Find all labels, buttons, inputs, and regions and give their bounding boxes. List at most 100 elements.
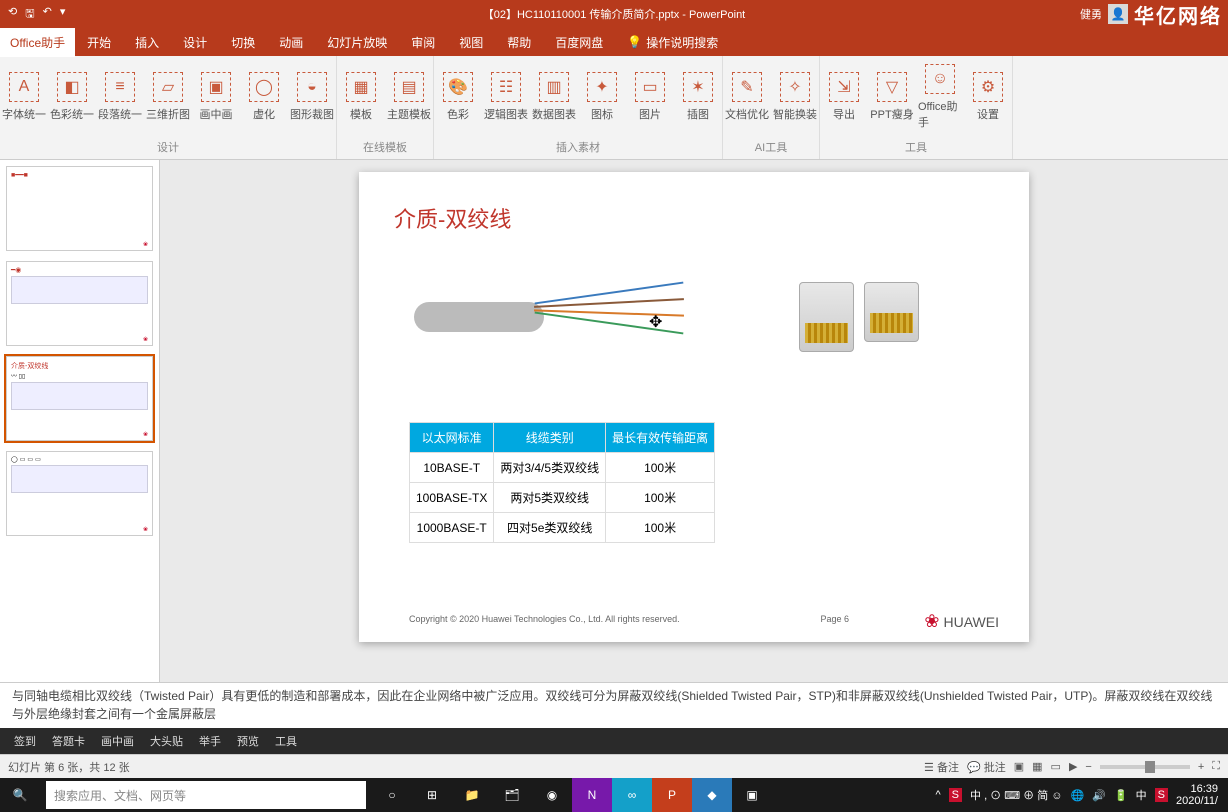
task-view-icon[interactable]: ⊞ [412,778,452,812]
fit-window-icon[interactable]: ⛶ [1212,760,1220,773]
onenote-icon[interactable]: N [572,778,612,812]
smart-restyle-button[interactable]: ✧智能换装 [771,56,819,137]
lightbulb-icon: 💡 [627,35,642,49]
cortana-icon[interactable]: ○ [372,778,412,812]
tell-me[interactable]: 💡 操作说明搜索 [615,28,730,57]
zoom-in-icon[interactable]: + [1198,761,1204,773]
icon-button[interactable]: ✦图标 [578,56,626,137]
3d-fold-button[interactable]: ▱三维折图 [144,56,192,137]
notes-toggle[interactable]: ☰ 备注 [924,759,959,775]
powerpoint-icon[interactable]: P [652,778,692,812]
tab-view[interactable]: 视图 [447,28,495,57]
slide-thumbnail[interactable]: ■━━■❀ [6,166,153,251]
tab-insert[interactable]: 插入 [123,28,171,57]
tab-animations[interactable]: 动画 [267,28,315,57]
tab-transitions[interactable]: 切换 [219,28,267,57]
ribbon-group-tools: ⇲导出 ▽PPT瘦身 ☺Office助手 ⚙设置 工具 [820,56,1013,159]
theme-template-button[interactable]: ▤主题模板 [385,56,433,137]
explorer-icon[interactable]: 📁 [452,778,492,812]
settings-button[interactable]: ⚙设置 [964,56,1012,137]
ime-status[interactable]: 中 , ⊙ ⌨ ⊕ 简 ☺ [970,787,1063,803]
pip-toggle-button[interactable]: 画中画 [101,733,134,749]
battery-icon[interactable]: 🔋 [1114,789,1128,802]
reading-view-icon[interactable]: ▭ [1051,760,1061,773]
app-icon-2[interactable]: ◆ [692,778,732,812]
app-icon-3[interactable]: ▣ [732,778,772,812]
color-unify-button[interactable]: ◧色彩统一 [48,56,96,137]
autosave-icon[interactable]: ⟲ [8,5,17,24]
logic-chart-button[interactable]: ☷逻辑图表 [482,56,530,137]
app-icon[interactable]: ∞ [612,778,652,812]
title-bar: ⟲ 🖫 ↶ ▾ 【02】HC110110001 传输介质简介.pptx - Po… [0,0,1228,28]
tab-review[interactable]: 审阅 [399,28,447,57]
sorter-view-icon[interactable]: ▦ [1032,760,1042,773]
undo-icon[interactable]: ↶ [43,5,52,24]
copyright-text: Copyright © 2020 Huawei Technologies Co.… [409,614,680,624]
answer-card-button[interactable]: 答题卡 [52,733,85,749]
status-bar: 幻灯片 第 6 张，共 12 张 ☰ 备注 💬 批注 ▣ ▦ ▭ ▶ − + ⛶ [0,754,1228,778]
illustration-button[interactable]: ✶插图 [674,56,722,137]
tools-button[interactable]: 工具 [275,733,297,749]
normal-view-icon[interactable]: ▣ [1014,760,1024,773]
slide-title: 介质-双绞线 [394,202,994,234]
network-icon[interactable]: 🌐 [1071,789,1085,802]
folder-icon[interactable]: 🗂 [492,778,532,812]
preview-button[interactable]: 预览 [237,733,259,749]
zoom-out-icon[interactable]: − [1085,761,1091,773]
system-tray: ^ S 中 , ⊙ ⌨ ⊕ 简 ☺ 🌐 🔊 🔋 中 S 16:39 2020/1… [926,783,1228,807]
slide-counter: 幻灯片 第 6 张，共 12 张 [8,759,130,775]
sogou-icon[interactable]: S [1155,788,1168,802]
tab-help[interactable]: 帮助 [495,28,543,57]
tab-slideshow[interactable]: 幻灯片放映 [315,28,399,57]
save-icon[interactable]: 🖫 [25,5,34,24]
huawei-logo: HUAWEI [924,611,999,632]
slide-thumbnails-panel[interactable]: ■━━■❀ ━◉❀ 介质-双绞线〰 ▯▯❀ ◯▭▭▭❀ [0,160,160,682]
raise-hand-button[interactable]: 举手 [199,733,221,749]
table-row: 10BASE-T 两对3/4/5类双绞线 100米 [410,453,715,483]
checkin-button[interactable]: 签到 [14,733,36,749]
color-button[interactable]: 🎨色彩 [434,56,482,137]
tab-home[interactable]: 开始 [75,28,123,57]
shape-crop-button[interactable]: ◒图形裁图 [288,56,336,137]
twisted-pair-cable-image [414,272,674,362]
blur-button[interactable]: ◯虚化 [240,56,288,137]
slide-thumbnail[interactable]: ━◉❀ [6,261,153,346]
ribbon-group-ai-tools: ✎文档优化 ✧智能换装 AI工具 [723,56,820,159]
table-header: 以太网标准 [410,423,494,453]
redo-dropdown-icon[interactable]: ▾ [60,5,66,24]
search-icon[interactable]: 🔍 [0,778,40,812]
sticker-button[interactable]: 大头贴 [150,733,183,749]
chrome-icon[interactable]: ◉ [532,778,572,812]
window-title: 【02】HC110110001 传输介质简介.pptx - PowerPoint [483,6,745,22]
doc-optimize-button[interactable]: ✎文档优化 [723,56,771,137]
ribbon-group-design: A字体统一 ◧色彩统一 ≡段落统一 ▱三维折图 ▣画中画 ◯虚化 ◒图形裁图 设… [0,56,337,159]
current-slide: 介质-双绞线 ✥ 以太网标准 线缆类别 最长有效传输距离 10BASE [359,172,1029,642]
paragraph-unify-button[interactable]: ≡段落统一 [96,56,144,137]
taskbar-clock[interactable]: 16:39 2020/11/ [1176,783,1218,807]
picture-button[interactable]: ▭图片 [626,56,674,137]
volume-icon[interactable]: 🔊 [1092,789,1106,802]
ime-indicator[interactable]: S [949,788,962,802]
speaker-notes[interactable]: 与同轴电缆相比双绞线（Twisted Pair）具有更低的制造和部署成本，因此在… [0,682,1228,728]
tab-baidu-netdisk[interactable]: 百度网盘 [543,28,615,57]
office-assistant-button[interactable]: ☺Office助手 [916,56,964,137]
user-avatar[interactable] [1108,4,1128,24]
data-chart-button[interactable]: ▥数据图表 [530,56,578,137]
template-button[interactable]: ▦模板 [337,56,385,137]
ime-lang-icon[interactable]: 中 [1136,787,1147,803]
tray-up-icon[interactable]: ^ [936,789,941,801]
slideshow-view-icon[interactable]: ▶ [1069,760,1077,773]
ribbon-group-templates: ▦模板 ▤主题模板 在线模板 [337,56,434,159]
slide-thumbnail-current[interactable]: 介质-双绞线〰 ▯▯❀ [6,356,153,441]
ppt-slim-button[interactable]: ▽PPT瘦身 [868,56,916,137]
slide-thumbnail[interactable]: ◯▭▭▭❀ [6,451,153,536]
export-button[interactable]: ⇲导出 [820,56,868,137]
tab-office-assistant[interactable]: Office助手 [0,28,75,57]
pip-button[interactable]: ▣画中画 [192,56,240,137]
taskbar-search-input[interactable]: 搜索应用、文档、网页等 [46,781,366,809]
font-unify-button[interactable]: A字体统一 [0,56,48,137]
slide-canvas[interactable]: 介质-双绞线 ✥ 以太网标准 线缆类别 最长有效传输距离 10BASE [160,160,1228,682]
comments-toggle[interactable]: 💬 批注 [967,759,1006,775]
table-header: 线缆类别 [494,423,606,453]
tab-design[interactable]: 设计 [171,28,219,57]
